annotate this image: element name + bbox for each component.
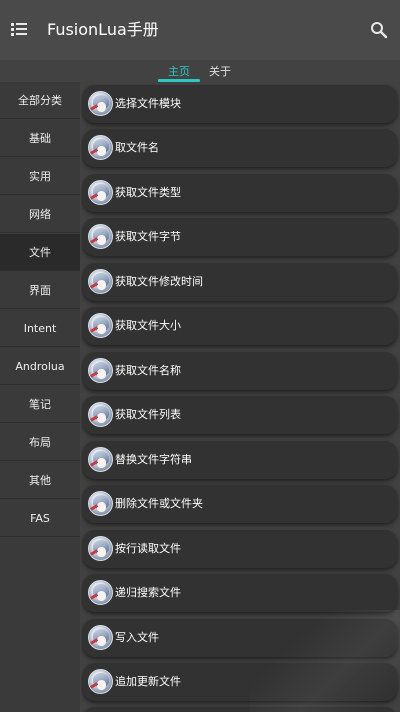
avatar-icon xyxy=(88,402,113,427)
sidebar-item-layout[interactable]: 布局 xyxy=(0,424,80,461)
sidebar-item-basic[interactable]: 基础 xyxy=(0,120,80,157)
sidebar-item-label: Intent xyxy=(23,321,57,335)
list-item-partial[interactable] xyxy=(83,707,397,712)
app-bar: FusionLua手册 xyxy=(0,0,400,60)
sidebar-item-fas[interactable]: FAS xyxy=(0,500,80,537)
sidebar-item-label: 界面 xyxy=(29,284,51,297)
avatar-icon xyxy=(88,358,113,383)
avatar-icon xyxy=(88,447,113,472)
sidebar-item-label: 网络 xyxy=(29,208,51,221)
list-item-label: 替换文件字符串 xyxy=(115,453,192,466)
list-item-label: 获取文件名称 xyxy=(115,364,181,377)
list-item[interactable]: 获取文件修改时间 xyxy=(83,263,397,301)
app-title: FusionLua手册 xyxy=(47,20,159,39)
list-item[interactable]: 删除文件或文件夹 xyxy=(83,485,397,523)
avatar-icon xyxy=(88,180,113,205)
list-item[interactable]: 写入文件 xyxy=(83,619,397,657)
list-item-label: 取文件名 xyxy=(115,141,159,154)
list-item-label: 获取文件修改时间 xyxy=(115,275,203,288)
list-item[interactable]: 获取文件大小 xyxy=(83,307,397,345)
list-item[interactable]: 获取文件列表 xyxy=(83,396,397,434)
sidebar-item-label: 文件 xyxy=(29,246,51,259)
avatar-icon xyxy=(88,269,113,294)
sidebar-item-label: 全部分类 xyxy=(18,94,62,107)
avatar-icon xyxy=(88,224,113,249)
list-item[interactable]: 替换文件字符串 xyxy=(83,441,397,479)
avatar-icon xyxy=(88,135,113,160)
list-item[interactable]: 选择文件模块 xyxy=(83,85,397,123)
list-item[interactable]: 递归搜索文件 xyxy=(83,574,397,612)
list-item-label: 获取文件类型 xyxy=(115,186,181,199)
search-icon[interactable] xyxy=(370,21,388,39)
sidebar-item-androlua[interactable]: Androlua xyxy=(0,348,80,385)
list-item[interactable]: 追加更新文件 xyxy=(83,663,397,701)
list-item-label: 追加更新文件 xyxy=(115,675,181,688)
avatar-icon xyxy=(88,580,113,605)
sidebar-item-network[interactable]: 网络 xyxy=(0,196,80,233)
avatar-icon xyxy=(88,491,113,516)
tab-bar: 主页 关于 xyxy=(0,60,400,82)
list-item[interactable]: 获取文件字节 xyxy=(83,218,397,256)
sidebar-item-label: Androlua xyxy=(15,359,65,373)
avatar-icon xyxy=(88,669,113,694)
avatar-icon xyxy=(88,625,113,650)
sidebar-item-label: 笔记 xyxy=(29,398,51,411)
list-item[interactable]: 取文件名 xyxy=(83,129,397,167)
list-item-label: 按行读取文件 xyxy=(115,542,181,555)
list-item[interactable]: 按行读取文件 xyxy=(83,530,397,568)
list-item[interactable]: 获取文件类型 xyxy=(83,174,397,212)
tab-home[interactable]: 主页 xyxy=(168,63,190,79)
sidebar-item-other[interactable]: 其他 xyxy=(0,462,80,499)
list-item-label: 选择文件模块 xyxy=(115,97,181,110)
list-item-label: 递归搜索文件 xyxy=(115,586,181,599)
avatar-icon xyxy=(88,536,113,561)
list-item[interactable]: 获取文件名称 xyxy=(83,352,397,390)
list-item-label: 获取文件列表 xyxy=(115,408,181,421)
category-sidebar: 全部分类 基础 实用 网络 文件 界面 Intent Androlua 笔记 布… xyxy=(0,82,80,712)
list-item-label: 获取文件大小 xyxy=(115,319,181,332)
list-item-label: 删除文件或文件夹 xyxy=(115,497,203,510)
sidebar-item-label: 实用 xyxy=(29,170,51,183)
list-item-label: 写入文件 xyxy=(115,631,159,644)
sidebar-item-file[interactable]: 文件 xyxy=(0,234,80,271)
tab-about[interactable]: 关于 xyxy=(209,63,231,79)
menu-icon[interactable] xyxy=(11,22,29,38)
list-item-label: 获取文件字节 xyxy=(115,230,181,243)
sidebar-item-label: FAS xyxy=(30,511,50,525)
sidebar-item-all[interactable]: 全部分类 xyxy=(0,82,80,119)
sidebar-item-label: 基础 xyxy=(29,132,51,145)
sidebar-item-ui[interactable]: 界面 xyxy=(0,272,80,309)
sidebar-item-label: 其他 xyxy=(29,474,51,487)
sidebar-item-intent[interactable]: Intent xyxy=(0,310,80,347)
function-list: 选择文件模块 取文件名 获取文件类型 获取文件字节 获取文件修改时间 获取文件大… xyxy=(81,82,400,712)
sidebar-item-practical[interactable]: 实用 xyxy=(0,158,80,195)
avatar-icon xyxy=(88,313,113,338)
sidebar-item-label: 布局 xyxy=(29,436,51,449)
sidebar-item-notes[interactable]: 笔记 xyxy=(0,386,80,423)
avatar-icon xyxy=(88,91,113,116)
